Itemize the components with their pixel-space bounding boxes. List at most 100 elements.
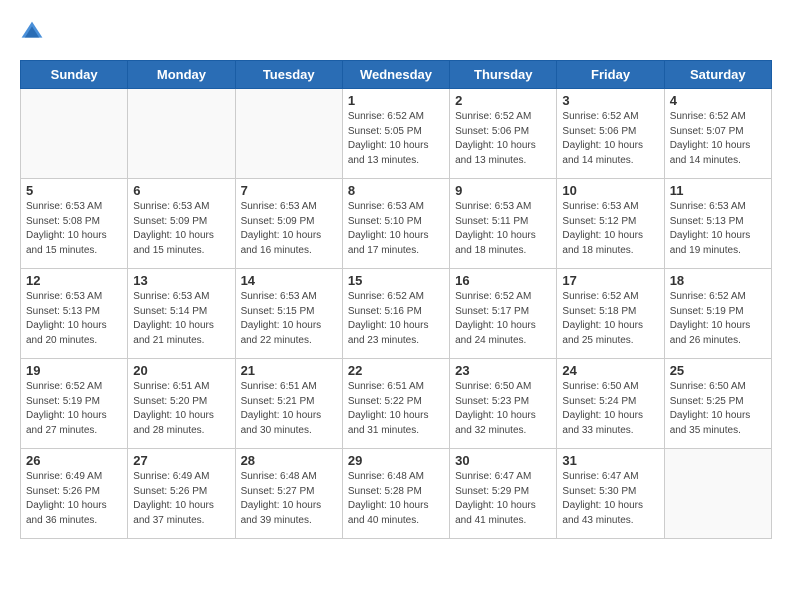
day-number: 1: [348, 93, 444, 108]
day-info: Sunrise: 6:51 AM Sunset: 5:20 PM Dayligh…: [133, 380, 229, 438]
calendar-cell: 3 Sunrise: 6:52 AM Sunset: 5:06 PM Daylig…: [557, 89, 664, 179]
day-info: Sunrise: 6:47 AM Sunset: 5:30 PM Dayligh…: [562, 470, 658, 528]
day-info: Sunrise: 6:52 AM Sunset: 5:16 PM Dayligh…: [348, 290, 444, 348]
calendar-cell: 27 Sunrise: 6:49 AM Sunset: 5:26 PM Dayli…: [128, 449, 235, 539]
day-info: Sunrise: 6:53 AM Sunset: 5:09 PM Dayligh…: [241, 200, 337, 258]
calendar-cell: 22 Sunrise: 6:51 AM Sunset: 5:22 PM Dayli…: [342, 359, 449, 449]
day-number: 25: [670, 363, 766, 378]
calendar-table: SundayMondayTuesdayWednesdayThursdayFrid…: [20, 60, 772, 539]
day-number: 3: [562, 93, 658, 108]
day-number: 26: [26, 453, 122, 468]
calendar-cell: 10 Sunrise: 6:53 AM Sunset: 5:12 PM Dayli…: [557, 179, 664, 269]
day-number: 13: [133, 273, 229, 288]
calendar-body: 1 Sunrise: 6:52 AM Sunset: 5:05 PM Daylig…: [21, 89, 772, 539]
day-info: Sunrise: 6:52 AM Sunset: 5:18 PM Dayligh…: [562, 290, 658, 348]
day-info: Sunrise: 6:52 AM Sunset: 5:17 PM Dayligh…: [455, 290, 551, 348]
calendar-cell: 2 Sunrise: 6:52 AM Sunset: 5:06 PM Daylig…: [450, 89, 557, 179]
day-number: 18: [670, 273, 766, 288]
day-info: Sunrise: 6:49 AM Sunset: 5:26 PM Dayligh…: [26, 470, 122, 528]
day-number: 9: [455, 183, 551, 198]
calendar-cell: 9 Sunrise: 6:53 AM Sunset: 5:11 PM Daylig…: [450, 179, 557, 269]
calendar-cell: 15 Sunrise: 6:52 AM Sunset: 5:16 PM Dayli…: [342, 269, 449, 359]
day-number: 28: [241, 453, 337, 468]
day-number: 21: [241, 363, 337, 378]
day-number: 20: [133, 363, 229, 378]
weekday-header-friday: Friday: [557, 61, 664, 89]
day-number: 27: [133, 453, 229, 468]
weekday-header-tuesday: Tuesday: [235, 61, 342, 89]
calendar-cell: 30 Sunrise: 6:47 AM Sunset: 5:29 PM Dayli…: [450, 449, 557, 539]
calendar-cell: 4Sunrise: 6:52 AM Sunset: 5:07 PM Daylig…: [664, 89, 771, 179]
day-info: Sunrise: 6:52 AM Sunset: 5:07 PM Dayligh…: [670, 110, 766, 168]
day-info: Sunrise: 6:47 AM Sunset: 5:29 PM Dayligh…: [455, 470, 551, 528]
calendar-cell: [21, 89, 128, 179]
day-number: 5: [26, 183, 122, 198]
calendar-cell: 28 Sunrise: 6:48 AM Sunset: 5:27 PM Dayli…: [235, 449, 342, 539]
day-number: 14: [241, 273, 337, 288]
day-number: 30: [455, 453, 551, 468]
calendar-cell: 21 Sunrise: 6:51 AM Sunset: 5:21 PM Dayli…: [235, 359, 342, 449]
day-info: Sunrise: 6:52 AM Sunset: 5:06 PM Dayligh…: [562, 110, 658, 168]
calendar-cell: 11 Sunrise: 6:53 AM Sunset: 5:13 PM Dayli…: [664, 179, 771, 269]
calendar-cell: [128, 89, 235, 179]
weekday-header-monday: Monday: [128, 61, 235, 89]
day-info: Sunrise: 6:53 AM Sunset: 5:13 PM Dayligh…: [670, 200, 766, 258]
day-number: 31: [562, 453, 658, 468]
calendar-cell: 7 Sunrise: 6:53 AM Sunset: 5:09 PM Daylig…: [235, 179, 342, 269]
day-info: Sunrise: 6:49 AM Sunset: 5:26 PM Dayligh…: [133, 470, 229, 528]
day-info: Sunrise: 6:52 AM Sunset: 5:06 PM Dayligh…: [455, 110, 551, 168]
day-number: 10: [562, 183, 658, 198]
calendar-cell: 5Sunrise: 6:53 AM Sunset: 5:08 PM Daylig…: [21, 179, 128, 269]
calendar-cell: 16 Sunrise: 6:52 AM Sunset: 5:17 PM Dayli…: [450, 269, 557, 359]
day-number: 22: [348, 363, 444, 378]
day-info: Sunrise: 6:48 AM Sunset: 5:28 PM Dayligh…: [348, 470, 444, 528]
day-number: 16: [455, 273, 551, 288]
day-number: 6: [133, 183, 229, 198]
calendar-cell: 26 Sunrise: 6:49 AM Sunset: 5:26 PM Dayli…: [21, 449, 128, 539]
day-info: Sunrise: 6:52 AM Sunset: 5:19 PM Dayligh…: [26, 380, 122, 438]
day-number: 17: [562, 273, 658, 288]
day-number: 7: [241, 183, 337, 198]
day-number: 23: [455, 363, 551, 378]
calendar-cell: 25 Sunrise: 6:50 AM Sunset: 5:25 PM Dayli…: [664, 359, 771, 449]
day-info: Sunrise: 6:53 AM Sunset: 5:14 PM Dayligh…: [133, 290, 229, 348]
calendar-cell: 1 Sunrise: 6:52 AM Sunset: 5:05 PM Daylig…: [342, 89, 449, 179]
calendar-week-1: 1 Sunrise: 6:52 AM Sunset: 5:05 PM Daylig…: [21, 89, 772, 179]
day-info: Sunrise: 6:53 AM Sunset: 5:13 PM Dayligh…: [26, 290, 122, 348]
day-info: Sunrise: 6:53 AM Sunset: 5:09 PM Dayligh…: [133, 200, 229, 258]
day-info: Sunrise: 6:51 AM Sunset: 5:22 PM Dayligh…: [348, 380, 444, 438]
day-info: Sunrise: 6:50 AM Sunset: 5:25 PM Dayligh…: [670, 380, 766, 438]
day-info: Sunrise: 6:50 AM Sunset: 5:24 PM Dayligh…: [562, 380, 658, 438]
calendar-cell: 18 Sunrise: 6:52 AM Sunset: 5:19 PM Dayli…: [664, 269, 771, 359]
day-number: 19: [26, 363, 122, 378]
calendar-week-3: 12 Sunrise: 6:53 AM Sunset: 5:13 PM Dayli…: [21, 269, 772, 359]
calendar-cell: 29 Sunrise: 6:48 AM Sunset: 5:28 PM Dayli…: [342, 449, 449, 539]
day-info: Sunrise: 6:51 AM Sunset: 5:21 PM Dayligh…: [241, 380, 337, 438]
day-info: Sunrise: 6:52 AM Sunset: 5:05 PM Dayligh…: [348, 110, 444, 168]
calendar-week-4: 19 Sunrise: 6:52 AM Sunset: 5:19 PM Dayli…: [21, 359, 772, 449]
weekday-header-row: SundayMondayTuesdayWednesdayThursdayFrid…: [21, 61, 772, 89]
day-number: 8: [348, 183, 444, 198]
day-info: Sunrise: 6:53 AM Sunset: 5:10 PM Dayligh…: [348, 200, 444, 258]
day-info: Sunrise: 6:53 AM Sunset: 5:11 PM Dayligh…: [455, 200, 551, 258]
day-info: Sunrise: 6:48 AM Sunset: 5:27 PM Dayligh…: [241, 470, 337, 528]
page-header: [20, 20, 772, 44]
day-number: 2: [455, 93, 551, 108]
weekday-header-saturday: Saturday: [664, 61, 771, 89]
day-number: 12: [26, 273, 122, 288]
calendar-cell: 17 Sunrise: 6:52 AM Sunset: 5:18 PM Dayli…: [557, 269, 664, 359]
day-number: 29: [348, 453, 444, 468]
day-info: Sunrise: 6:52 AM Sunset: 5:19 PM Dayligh…: [670, 290, 766, 348]
logo-icon: [20, 20, 44, 44]
weekday-header-wednesday: Wednesday: [342, 61, 449, 89]
day-number: 11: [670, 183, 766, 198]
calendar-cell: 31 Sunrise: 6:47 AM Sunset: 5:30 PM Dayli…: [557, 449, 664, 539]
day-info: Sunrise: 6:53 AM Sunset: 5:12 PM Dayligh…: [562, 200, 658, 258]
calendar-week-2: 5Sunrise: 6:53 AM Sunset: 5:08 PM Daylig…: [21, 179, 772, 269]
calendar-cell: 20 Sunrise: 6:51 AM Sunset: 5:20 PM Dayli…: [128, 359, 235, 449]
day-number: 15: [348, 273, 444, 288]
day-number: 24: [562, 363, 658, 378]
calendar-cell: 6 Sunrise: 6:53 AM Sunset: 5:09 PM Daylig…: [128, 179, 235, 269]
logo: [20, 20, 48, 44]
calendar-week-5: 26 Sunrise: 6:49 AM Sunset: 5:26 PM Dayli…: [21, 449, 772, 539]
